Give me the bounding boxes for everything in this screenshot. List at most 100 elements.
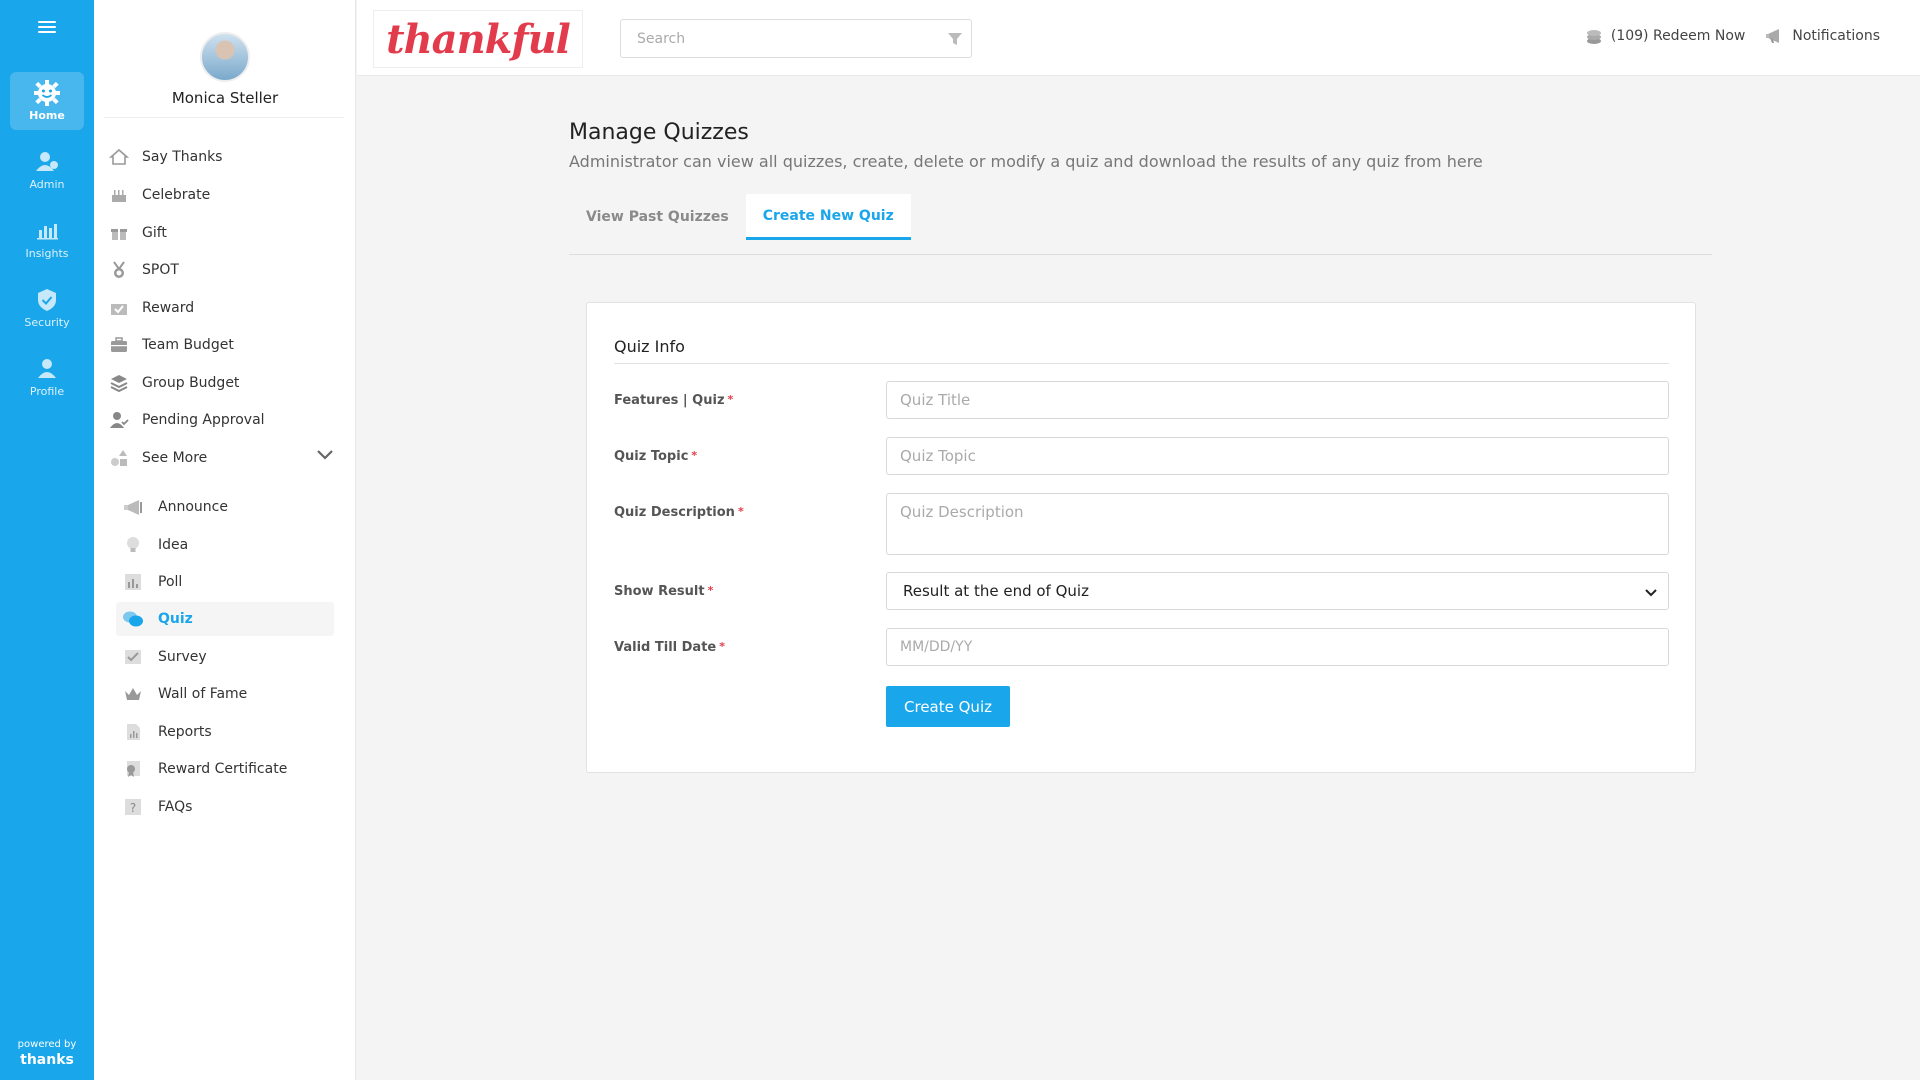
briefcase-icon	[108, 334, 130, 356]
sidebar-subitem-announce[interactable]: Announce	[116, 490, 334, 524]
powered-by-brand: thanks	[20, 1052, 74, 1068]
rail-item-home[interactable]: Home	[10, 72, 84, 130]
chevron-down-icon[interactable]	[314, 444, 336, 466]
sidebar-item-label: Team Budget	[142, 337, 234, 353]
sidebar-item-gift[interactable]: Gift	[108, 218, 334, 248]
quiz-description-input[interactable]	[886, 493, 1669, 555]
show-result-label: Show Result *	[614, 584, 713, 599]
sidebar-subitem-idea[interactable]: Idea	[116, 528, 334, 562]
sidebar: Monica Steller Say Thanks Celebrate Gift…	[94, 0, 356, 1080]
reward-icon	[108, 297, 130, 319]
layers-icon	[108, 372, 130, 394]
quiz-topic-label-text: Quiz Topic	[614, 449, 689, 464]
sidebar-item-label: FAQs	[158, 799, 193, 815]
rail-item-label: Insights	[25, 247, 69, 260]
sidebar-item-label: Group Budget	[142, 375, 240, 391]
tab-create-new-quiz[interactable]: Create New Quiz	[745, 194, 911, 240]
quiz-title-input[interactable]	[886, 381, 1669, 419]
required-marker: *	[719, 640, 725, 653]
search-box	[620, 19, 972, 58]
quiz-info-card: Quiz Info Features | Quiz* Quiz Topic* Q…	[586, 302, 1696, 773]
required-marker: *	[691, 449, 698, 462]
required-marker: *	[727, 393, 734, 406]
admin-user-icon	[36, 152, 58, 171]
sidebar-item-label: Gift	[142, 225, 167, 241]
poll-icon	[122, 571, 144, 593]
sidebar-item-label: Idea	[158, 537, 189, 553]
svg-text:?: ?	[130, 801, 136, 815]
quiz-description-label: Quiz Description *	[614, 505, 744, 520]
tab-bar: View Past Quizzes Create New Quiz	[569, 194, 1712, 255]
hamburger-icon	[38, 18, 56, 36]
show-result-value: Result at the end of Quiz	[903, 582, 1089, 600]
sidebar-subitem-wall-of-fame[interactable]: Wall of Fame	[116, 677, 334, 711]
rail-item-label: Profile	[29, 385, 65, 398]
sidebar-item-say-thanks[interactable]: Say Thanks	[108, 142, 334, 172]
megaphone-icon	[122, 496, 144, 518]
brand-logo[interactable]: thankful	[373, 10, 583, 68]
coins-icon	[1586, 30, 1601, 44]
avatar[interactable]	[200, 32, 250, 82]
quiz-topic-label: Quiz Topic *	[614, 449, 697, 464]
page-subtitle: Administrator can view all quizzes, crea…	[569, 152, 1483, 171]
sidebar-item-reward[interactable]: Reward	[108, 293, 334, 323]
search-input[interactable]	[621, 20, 921, 57]
sidebar-item-label: Poll	[158, 574, 183, 590]
filter-icon[interactable]	[947, 31, 963, 47]
sidebar-item-label: Pending Approval	[142, 412, 265, 428]
top-right-actions: (109) Redeem Now Notifications	[1564, 26, 1880, 46]
hamburger-menu-button[interactable]	[0, 18, 94, 40]
required-marker: *	[737, 505, 744, 518]
sidebar-item-label: Announce	[158, 499, 228, 515]
powered-by-text: powered by	[17, 1039, 77, 1050]
user-check-icon	[108, 409, 130, 431]
powered-by: powered by thanks	[0, 1039, 94, 1068]
checkbox-icon	[122, 646, 144, 668]
valid-till-date-input[interactable]	[886, 628, 1669, 666]
sidebar-subitem-reward-certificate[interactable]: Reward Certificate	[116, 752, 334, 786]
sidebar-subitem-reports[interactable]: Reports	[116, 715, 334, 749]
sidebar-subitem-faqs[interactable]: ? FAQs	[116, 790, 334, 824]
lightbulb-icon	[122, 534, 144, 556]
sidebar-item-label: Celebrate	[142, 187, 211, 203]
gear-icon	[34, 80, 60, 106]
quiz-topic-input[interactable]	[886, 437, 1669, 475]
app-rail: Home Admin Insights Security Profile pow…	[0, 0, 94, 1080]
sidebar-item-spot[interactable]: SPOT	[108, 255, 334, 285]
user-name: Monica Steller	[171, 89, 279, 107]
sidebar-item-celebrate[interactable]: Celebrate	[108, 180, 334, 210]
sidebar-item-label: SPOT	[142, 262, 179, 278]
quiz-title-label: Features | Quiz *	[614, 393, 733, 408]
rail-item-label: Security	[24, 316, 70, 329]
rail-item-profile[interactable]: Profile	[10, 348, 84, 406]
rail-item-admin[interactable]: Admin	[10, 141, 84, 199]
section-title: Quiz Info	[614, 337, 685, 356]
sidebar-item-see-more[interactable]: See More	[108, 443, 334, 473]
crown-icon	[122, 683, 144, 705]
sidebar-item-label: Reports	[158, 724, 212, 740]
report-icon	[122, 721, 144, 743]
notifications-link[interactable]: Notifications	[1765, 26, 1880, 46]
sidebar-item-group-budget[interactable]: Group Budget	[108, 368, 334, 398]
show-result-select[interactable]: Result at the end of Quiz	[886, 572, 1669, 610]
rail-item-security[interactable]: Security	[10, 279, 84, 337]
quiz-title-label-text: Features | Quiz	[614, 393, 725, 408]
sidebar-item-team-budget[interactable]: Team Budget	[108, 330, 334, 360]
sidebar-item-label: Say Thanks	[142, 149, 223, 165]
sidebar-subitem-survey[interactable]: Survey	[116, 640, 334, 674]
sidebar-item-pending-approval[interactable]: Pending Approval	[108, 405, 334, 435]
divider	[104, 117, 344, 118]
top-bar: thankful (109) Redeem Now Notifications	[357, 0, 1920, 76]
sidebar-item-label: Survey	[158, 649, 207, 665]
create-quiz-button[interactable]: Create Quiz	[886, 686, 1010, 727]
rail-item-insights[interactable]: Insights	[10, 210, 84, 268]
chat-bubbles-icon	[122, 608, 144, 630]
sidebar-item-label: See More	[142, 450, 208, 466]
chevron-down-icon	[1645, 589, 1657, 597]
certificate-icon	[122, 758, 144, 780]
sidebar-subitem-poll[interactable]: Poll	[116, 565, 334, 599]
sidebar-subitem-quiz[interactable]: Quiz	[116, 602, 334, 636]
redeem-now-link[interactable]: (109) Redeem Now	[1584, 26, 1745, 46]
tab-view-past-quizzes[interactable]: View Past Quizzes	[569, 194, 746, 240]
shapes-icon	[108, 447, 130, 469]
